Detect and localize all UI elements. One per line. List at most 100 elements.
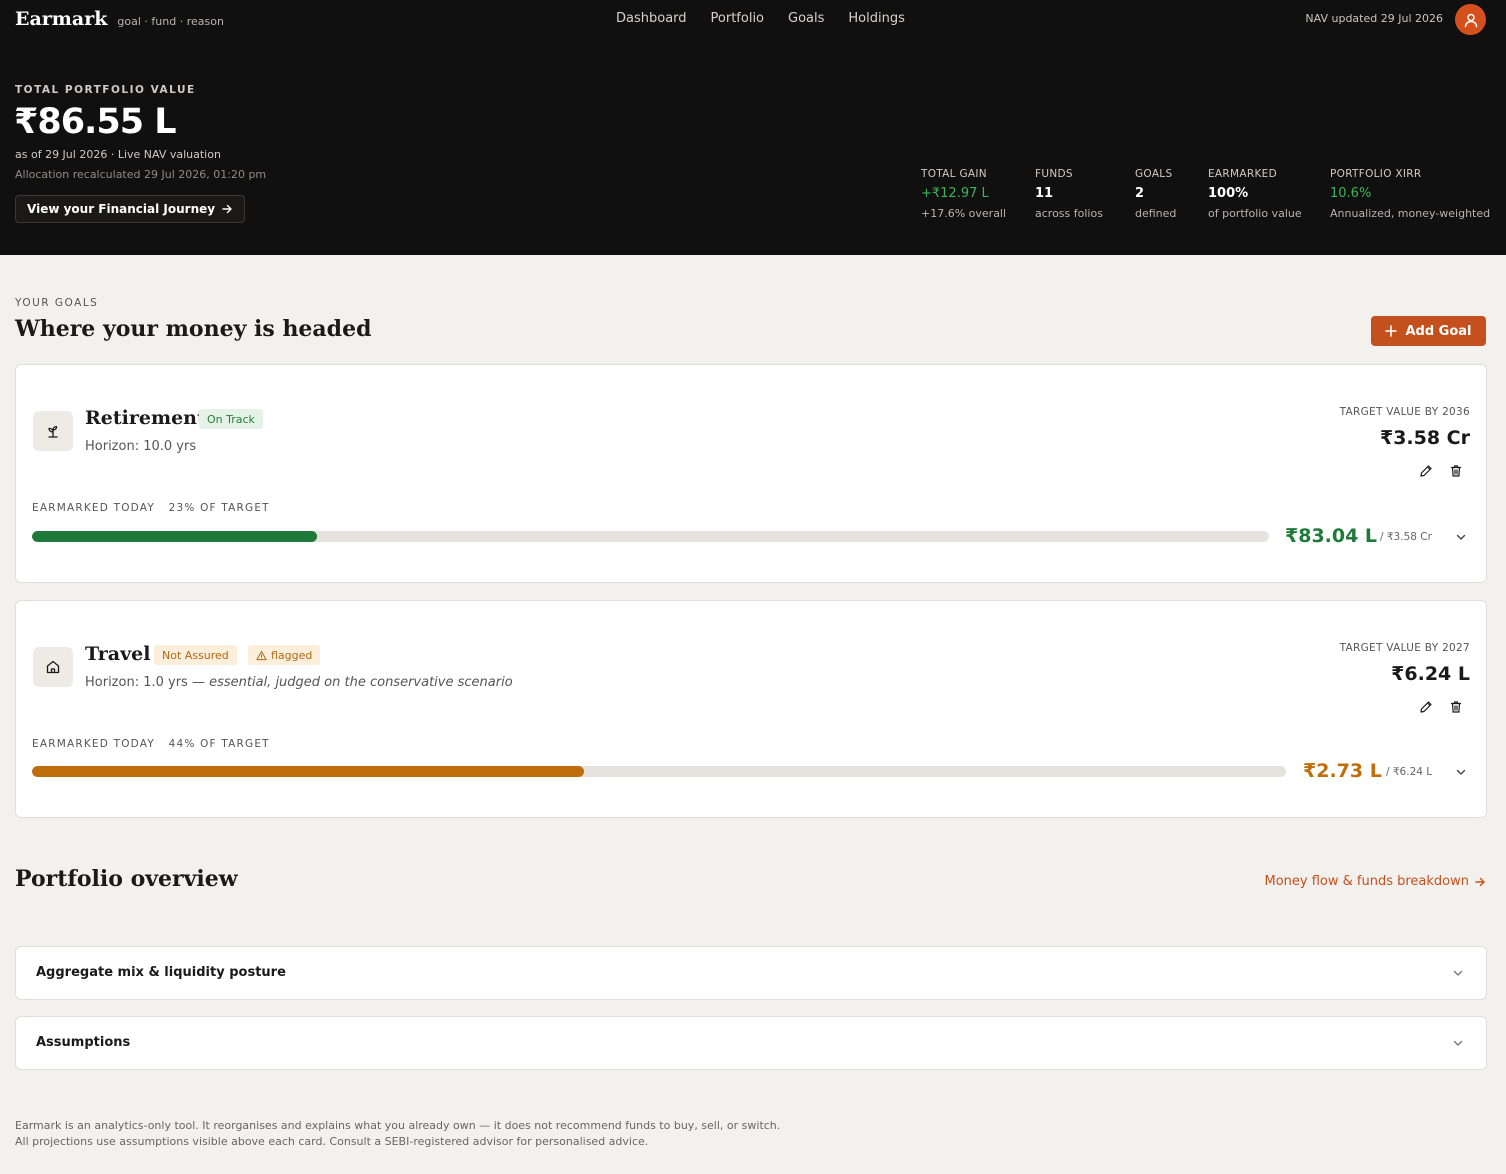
valuation-as-of: as of 29 Jul 2026 · Live NAV valuation	[15, 148, 221, 161]
arrow-right-icon	[222, 204, 232, 214]
pencil-icon	[1420, 465, 1432, 477]
flagged-label: flagged	[271, 648, 313, 662]
arrow-right-icon	[1475, 877, 1485, 886]
stat-portfolio-xirr: PORTFOLIO XIRR 10.6% Annualized, money-w…	[1330, 168, 1490, 220]
brand-name: Earmark	[15, 8, 108, 30]
target-value: ₹6.24 L	[1391, 663, 1470, 685]
edit-goal-button[interactable]	[1417, 462, 1435, 480]
goal-icon-tile	[33, 647, 73, 687]
stat-label: EARMARKED	[1208, 168, 1277, 180]
accordion-aggregate-mix[interactable]: Aggregate mix & liquidity posture	[15, 946, 1487, 1000]
pct-of-target-text: 23% OF TARGET	[168, 502, 270, 514]
stat-earmarked: EARMARKED 100% of portfolio value	[1208, 168, 1302, 220]
accordion-title: Aggregate mix & liquidity posture	[36, 965, 286, 980]
top-nav: Dashboard Portfolio Goals Holdings	[616, 11, 905, 26]
goal-horizon: Horizon: 1.0 yrs — essential, judged on …	[85, 675, 513, 690]
stat-label: PORTFOLIO XIRR	[1330, 168, 1422, 180]
progress-fill	[32, 531, 317, 542]
target-label: TARGET VALUE BY 2036	[1339, 406, 1470, 418]
stat-label: GOALS	[1135, 168, 1173, 180]
stat-label: TOTAL GAIN	[921, 168, 987, 180]
progress-bar	[32, 766, 1286, 777]
status-badge-label: On Track	[207, 412, 255, 426]
horizon-text: Horizon: 1.0 yrs —	[85, 675, 210, 690]
money-flow-link[interactable]: Money flow & funds breakdown	[1264, 874, 1486, 889]
status-badge: On Track	[199, 409, 263, 429]
money-flow-link-label: Money flow & funds breakdown	[1264, 874, 1469, 889]
brand-tagline: goal · fund · reason	[117, 15, 224, 28]
accordion-assumptions[interactable]: Assumptions	[15, 1016, 1487, 1070]
nav-dashboard[interactable]: Dashboard	[616, 11, 687, 26]
user-avatar-button[interactable]	[1455, 4, 1486, 35]
add-goal-button[interactable]: Add Goal	[1371, 316, 1486, 346]
stat-sub: across folios	[1035, 207, 1103, 220]
chevron-down-icon	[1450, 965, 1466, 981]
brand[interactable]: Earmark goal · fund · reason	[15, 8, 224, 30]
status-badge: Not Assured	[154, 645, 237, 665]
earmarked-label: EARMARKED TODAY 44% OF TARGET	[32, 738, 270, 750]
stat-sub: defined	[1135, 207, 1177, 220]
home-icon	[46, 660, 60, 674]
goal-card-retirement: Retirement On Track Horizon: 10.0 yrs TA…	[15, 364, 1487, 583]
progress-fill	[32, 766, 584, 777]
stat-label: FUNDS	[1035, 168, 1073, 180]
stat-value: 11	[1035, 186, 1054, 201]
earmarked-today-text: EARMARKED TODAY	[32, 738, 155, 750]
goal-card-travel: Travel Not Assured flagged Horizon: 1.0 …	[15, 600, 1487, 818]
flagged-badge: flagged	[248, 645, 321, 665]
nav-updated-status: NAV updated 29 Jul 2026	[1305, 12, 1443, 25]
stat-value: 100%	[1208, 186, 1249, 201]
trash-icon	[1450, 465, 1462, 477]
allocation-recalculated: Allocation recalculated 29 Jul 2026, 01:…	[15, 168, 267, 181]
target-value: ₹3.58 Cr	[1379, 427, 1470, 449]
expand-goal-button[interactable]	[1453, 529, 1469, 545]
status-badge-label: Not Assured	[162, 648, 229, 662]
of-target: / ₹3.58 Cr	[1380, 531, 1432, 543]
stat-total-gain: TOTAL GAIN +₹12.97 L +17.6% overall	[921, 168, 1006, 220]
goal-icon-tile	[33, 411, 73, 451]
current-value: ₹83.04 L	[1285, 525, 1378, 547]
horizon-note: essential, judged on the conservative sc…	[209, 675, 513, 690]
disclaimer: Earmark is an analytics-only tool. It re…	[15, 1119, 781, 1148]
chevron-down-icon	[1456, 769, 1466, 775]
pencil-icon	[1420, 701, 1432, 713]
total-portfolio-value: ₹86.55 L	[14, 102, 177, 142]
user-icon	[1464, 13, 1477, 27]
edit-goal-button[interactable]	[1417, 698, 1435, 716]
nav-portfolio[interactable]: Portfolio	[711, 11, 764, 26]
stat-value: 2	[1135, 186, 1145, 201]
stat-funds: FUNDS 11 across folios	[1035, 168, 1103, 220]
accordion-title: Assumptions	[36, 1035, 131, 1050]
financial-journey-button[interactable]: View your Financial Journey	[15, 195, 246, 223]
nav-holdings[interactable]: Holdings	[848, 11, 904, 26]
financial-journey-label: View your Financial Journey	[27, 202, 216, 216]
goal-name: Travel	[85, 643, 151, 665]
stat-value: +₹12.97 L	[921, 186, 989, 201]
target-label: TARGET VALUE BY 2027	[1339, 642, 1470, 654]
nav-goals[interactable]: Goals	[788, 11, 824, 26]
delete-goal-button[interactable]	[1447, 698, 1465, 716]
trash-icon	[1450, 701, 1462, 713]
delete-goal-button[interactable]	[1447, 462, 1465, 480]
pct-of-target-text: 44% OF TARGET	[168, 738, 270, 750]
plus-icon	[1385, 325, 1398, 337]
expand-goal-button[interactable]	[1453, 764, 1469, 780]
goal-name: Retirement	[85, 407, 206, 429]
stat-sub: of portfolio value	[1208, 207, 1302, 220]
of-target: / ₹6.24 L	[1386, 766, 1433, 778]
sprout-icon	[48, 425, 58, 438]
earmarked-label: EARMARKED TODAY 23% OF TARGET	[32, 502, 270, 514]
total-portfolio-label: TOTAL PORTFOLIO VALUE	[15, 84, 196, 96]
earmarked-today-text: EARMARKED TODAY	[32, 502, 155, 514]
goals-section-title: Where your money is headed	[15, 316, 372, 342]
stat-sub: Annualized, money-weighted	[1330, 207, 1491, 220]
warning-icon	[256, 650, 267, 660]
chevron-down-icon	[1450, 1035, 1466, 1051]
stat-goals: GOALS 2 defined	[1135, 168, 1176, 220]
goals-kicker: YOUR GOALS	[15, 297, 99, 309]
chevron-down-icon	[1456, 534, 1466, 540]
goal-horizon: Horizon: 10.0 yrs	[85, 439, 197, 454]
hero-header: Earmark goal · fund · reason Dashboard P…	[0, 0, 1506, 255]
stat-sub: +17.6% overall	[921, 207, 1007, 220]
portfolio-overview-title: Portfolio overview	[15, 866, 238, 892]
